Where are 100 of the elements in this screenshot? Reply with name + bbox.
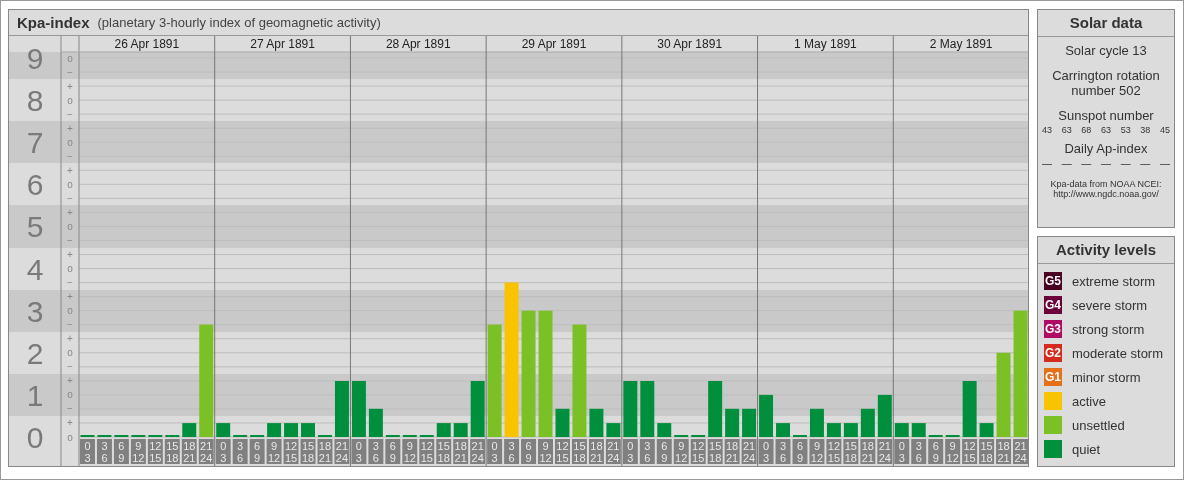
sublevel-mark: o [67, 94, 73, 106]
ap-index-value: — [1081, 158, 1092, 169]
hour-label: 3 6 [775, 439, 791, 464]
hour-label: 18 21 [181, 439, 197, 464]
sublevel-mark: o [67, 263, 73, 275]
sunspot-value: 63 [1100, 125, 1111, 135]
sublevel-mark: + [67, 375, 73, 387]
hour-label: 9 12 [673, 439, 689, 464]
sublevel-mark: + [67, 206, 73, 218]
ap-index-value: — [1120, 158, 1131, 169]
hour-label: 12 15 [826, 439, 842, 464]
hour-label: 15 18 [979, 439, 995, 464]
legend-label: active [1072, 393, 1106, 409]
x-tick-label: 3 6 [237, 440, 244, 464]
legend-label: minor storm [1072, 369, 1141, 385]
hour-label: 15 18 [571, 439, 587, 464]
hour-label: 6 9 [656, 439, 672, 464]
hour-label: 21 24 [198, 439, 214, 464]
y-axis-label: 2 [26, 336, 44, 370]
hour-label: 18 21 [453, 439, 469, 464]
x-tick-label: 6 9 [661, 440, 668, 464]
ap-index-value: — [1061, 158, 1072, 169]
sunspot-value: 53 [1120, 125, 1131, 135]
date-label: 2 May 1891 [929, 37, 993, 51]
sublevel-mark: − [67, 66, 73, 78]
sublevel-mark: o [67, 347, 73, 359]
ap-index-value: — [1100, 158, 1111, 169]
sublevel-mark: + [67, 291, 73, 303]
hour-label: 3 6 [504, 439, 520, 464]
hour-label: 15 18 [436, 439, 452, 464]
x-tick-label: 3 6 [915, 440, 922, 464]
hour-label: 3 6 [368, 439, 384, 464]
sublevel-mark: − [67, 361, 73, 373]
data-source-note: Kpa-data from NOAA NCEI: http://www.ngdc.noaa.gov/ [1049, 179, 1163, 199]
legend-label: quiet [1072, 441, 1101, 457]
hour-label: 0 3 [215, 439, 231, 464]
legend-swatch: G2 [1044, 344, 1062, 362]
x-tick-label: 6 9 [796, 440, 804, 464]
hour-label: 9 12 [130, 439, 146, 464]
date-label: 26 Apr 1891 [114, 37, 180, 51]
hour-label: 21 24 [741, 439, 757, 464]
x-tick-label: 0 3 [627, 440, 634, 464]
legend-swatch: G5 [1044, 272, 1062, 290]
legend-label: strong storm [1072, 321, 1145, 337]
hour-label: 12 15 [419, 439, 435, 464]
hour-label: 12 15 [962, 439, 978, 464]
hour-label: 18 21 [996, 439, 1012, 464]
hour-label: 12 15 [690, 439, 706, 464]
x-tick-label: 3 6 [779, 440, 787, 464]
hour-label: 6 9 [792, 439, 808, 464]
x-tick-label: 0 3 [898, 440, 905, 464]
hour-label: 6 9 [385, 439, 401, 464]
sublevel-mark: − [67, 150, 73, 162]
hour-label: 3 6 [911, 439, 927, 464]
carrington-rotation: Carrington rotation number 502 [1051, 68, 1161, 98]
x-tick-label: 3 6 [372, 440, 379, 464]
sublevel-mark: − [67, 403, 73, 415]
y-axis-label: 1 [26, 378, 44, 412]
hour-label: 9 12 [538, 439, 553, 464]
hour-label: 3 6 [232, 439, 248, 464]
y-axis-label: 6 [26, 168, 44, 202]
x-tick-label: 6 9 [389, 440, 396, 464]
panel-title: Kpa-index [17, 14, 90, 31]
y-axis-label: 8 [26, 84, 44, 118]
ap-index-label: Daily Ap-index [1064, 141, 1148, 156]
date-label: 29 Apr 1891 [521, 37, 587, 51]
sublevel-mark: + [67, 164, 73, 176]
x-tick-label: 0 3 [220, 440, 227, 464]
sublevel-mark: − [67, 277, 73, 289]
x-tick-label: 3 6 [508, 440, 515, 464]
sunspot-value: 43 [1042, 125, 1052, 135]
sunspot-label: Sunspot number [1058, 108, 1154, 123]
sublevel-mark: − [67, 192, 73, 204]
x-tick-label: 6 9 [254, 440, 261, 464]
legend-swatch: G4 [1044, 296, 1062, 314]
hour-label: 21 24 [605, 439, 621, 464]
panel-title: Solar data [1038, 10, 1174, 37]
x-tick-label: 0 3 [762, 440, 770, 464]
x-tick-label: 6 9 [932, 440, 939, 464]
hour-label: 0 3 [351, 439, 367, 464]
hour-label: 12 15 [147, 439, 163, 464]
hour-label: 9 12 [945, 439, 961, 464]
legend-label: extreme storm [1072, 273, 1156, 289]
hour-label: 15 18 [300, 439, 316, 464]
hour-label: 9 12 [402, 439, 418, 464]
hour-label: 18 21 [860, 439, 876, 464]
sublevel-mark: − [67, 319, 73, 331]
hour-label: 6 9 [249, 439, 265, 464]
hour-label: 21 24 [334, 439, 350, 464]
sublevel-mark: + [67, 80, 73, 92]
hour-label: 3 6 [96, 439, 112, 464]
sublevel-mark: − [67, 235, 73, 246]
hour-label: 15 18 [843, 439, 859, 464]
sublevel-mark: − [67, 108, 73, 120]
sublevel-mark: + [67, 417, 73, 429]
x-tick-label: 0 3 [355, 440, 362, 464]
panel-subtitle: (planetary 3-hourly index of geomagnetic activity) [97, 15, 381, 30]
hour-label: 21 24 [877, 439, 893, 464]
sunspot-value: 68 [1081, 125, 1092, 135]
x-tick-label: 0 3 [491, 440, 498, 464]
